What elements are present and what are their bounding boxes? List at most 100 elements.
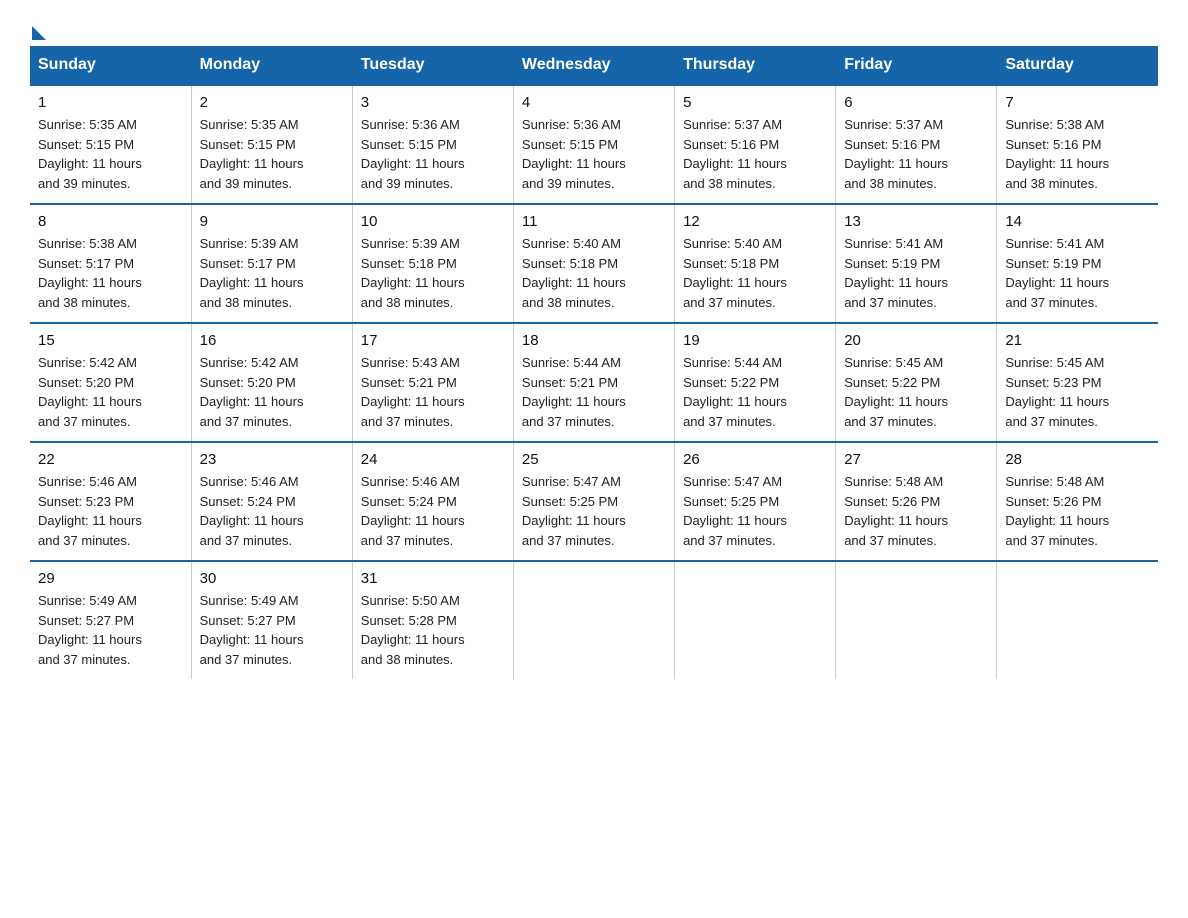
weekday-header-thursday: Thursday — [675, 46, 836, 85]
day-number: 6 — [844, 94, 988, 111]
day-info: Sunrise: 5:36 AM Sunset: 5:15 PM Dayligh… — [522, 115, 666, 193]
calendar-week-row: 15 Sunrise: 5:42 AM Sunset: 5:20 PM Dayl… — [30, 323, 1158, 442]
day-info: Sunrise: 5:35 AM Sunset: 5:15 PM Dayligh… — [38, 115, 183, 193]
day-number: 9 — [200, 213, 344, 230]
day-number: 15 — [38, 332, 183, 349]
weekday-header-saturday: Saturday — [997, 46, 1158, 85]
day-info: Sunrise: 5:47 AM Sunset: 5:25 PM Dayligh… — [522, 472, 666, 550]
calendar-cell: 26 Sunrise: 5:47 AM Sunset: 5:25 PM Dayl… — [675, 442, 836, 561]
day-info: Sunrise: 5:44 AM Sunset: 5:21 PM Dayligh… — [522, 353, 666, 431]
calendar-cell — [836, 561, 997, 679]
calendar-week-row: 22 Sunrise: 5:46 AM Sunset: 5:23 PM Dayl… — [30, 442, 1158, 561]
day-info: Sunrise: 5:46 AM Sunset: 5:24 PM Dayligh… — [361, 472, 505, 550]
day-number: 22 — [38, 451, 183, 468]
calendar-cell — [675, 561, 836, 679]
day-number: 8 — [38, 213, 183, 230]
calendar-cell: 22 Sunrise: 5:46 AM Sunset: 5:23 PM Dayl… — [30, 442, 191, 561]
calendar-week-row: 8 Sunrise: 5:38 AM Sunset: 5:17 PM Dayli… — [30, 204, 1158, 323]
calendar-cell: 21 Sunrise: 5:45 AM Sunset: 5:23 PM Dayl… — [997, 323, 1158, 442]
calendar-week-row: 29 Sunrise: 5:49 AM Sunset: 5:27 PM Dayl… — [30, 561, 1158, 679]
weekday-header-tuesday: Tuesday — [352, 46, 513, 85]
calendar-cell: 5 Sunrise: 5:37 AM Sunset: 5:16 PM Dayli… — [675, 85, 836, 204]
day-info: Sunrise: 5:43 AM Sunset: 5:21 PM Dayligh… — [361, 353, 505, 431]
calendar-cell: 29 Sunrise: 5:49 AM Sunset: 5:27 PM Dayl… — [30, 561, 191, 679]
day-info: Sunrise: 5:38 AM Sunset: 5:17 PM Dayligh… — [38, 234, 183, 312]
calendar-cell — [513, 561, 674, 679]
calendar-cell: 20 Sunrise: 5:45 AM Sunset: 5:22 PM Dayl… — [836, 323, 997, 442]
day-info: Sunrise: 5:46 AM Sunset: 5:23 PM Dayligh… — [38, 472, 183, 550]
day-info: Sunrise: 5:36 AM Sunset: 5:15 PM Dayligh… — [361, 115, 505, 193]
day-info: Sunrise: 5:44 AM Sunset: 5:22 PM Dayligh… — [683, 353, 827, 431]
day-info: Sunrise: 5:39 AM Sunset: 5:17 PM Dayligh… — [200, 234, 344, 312]
calendar-cell: 24 Sunrise: 5:46 AM Sunset: 5:24 PM Dayl… — [352, 442, 513, 561]
day-info: Sunrise: 5:40 AM Sunset: 5:18 PM Dayligh… — [683, 234, 827, 312]
calendar-cell: 23 Sunrise: 5:46 AM Sunset: 5:24 PM Dayl… — [191, 442, 352, 561]
day-info: Sunrise: 5:42 AM Sunset: 5:20 PM Dayligh… — [38, 353, 183, 431]
calendar-cell: 6 Sunrise: 5:37 AM Sunset: 5:16 PM Dayli… — [836, 85, 997, 204]
day-number: 25 — [522, 451, 666, 468]
day-number: 14 — [1005, 213, 1150, 230]
calendar-cell: 13 Sunrise: 5:41 AM Sunset: 5:19 PM Dayl… — [836, 204, 997, 323]
day-info: Sunrise: 5:35 AM Sunset: 5:15 PM Dayligh… — [200, 115, 344, 193]
weekday-header-friday: Friday — [836, 46, 997, 85]
calendar-cell: 28 Sunrise: 5:48 AM Sunset: 5:26 PM Dayl… — [997, 442, 1158, 561]
calendar-cell: 1 Sunrise: 5:35 AM Sunset: 5:15 PM Dayli… — [30, 85, 191, 204]
day-number: 3 — [361, 94, 505, 111]
calendar-cell: 27 Sunrise: 5:48 AM Sunset: 5:26 PM Dayl… — [836, 442, 997, 561]
day-number: 26 — [683, 451, 827, 468]
day-info: Sunrise: 5:41 AM Sunset: 5:19 PM Dayligh… — [1005, 234, 1150, 312]
day-number: 19 — [683, 332, 827, 349]
day-info: Sunrise: 5:41 AM Sunset: 5:19 PM Dayligh… — [844, 234, 988, 312]
day-number: 13 — [844, 213, 988, 230]
day-info: Sunrise: 5:46 AM Sunset: 5:24 PM Dayligh… — [200, 472, 344, 550]
calendar-cell: 10 Sunrise: 5:39 AM Sunset: 5:18 PM Dayl… — [352, 204, 513, 323]
calendar-cell: 15 Sunrise: 5:42 AM Sunset: 5:20 PM Dayl… — [30, 323, 191, 442]
calendar-cell: 8 Sunrise: 5:38 AM Sunset: 5:17 PM Dayli… — [30, 204, 191, 323]
day-info: Sunrise: 5:37 AM Sunset: 5:16 PM Dayligh… — [844, 115, 988, 193]
day-number: 12 — [683, 213, 827, 230]
day-info: Sunrise: 5:50 AM Sunset: 5:28 PM Dayligh… — [361, 591, 505, 669]
day-info: Sunrise: 5:40 AM Sunset: 5:18 PM Dayligh… — [522, 234, 666, 312]
calendar-cell: 14 Sunrise: 5:41 AM Sunset: 5:19 PM Dayl… — [997, 204, 1158, 323]
day-number: 23 — [200, 451, 344, 468]
day-number: 24 — [361, 451, 505, 468]
day-info: Sunrise: 5:39 AM Sunset: 5:18 PM Dayligh… — [361, 234, 505, 312]
calendar-cell: 3 Sunrise: 5:36 AM Sunset: 5:15 PM Dayli… — [352, 85, 513, 204]
calendar-cell: 17 Sunrise: 5:43 AM Sunset: 5:21 PM Dayl… — [352, 323, 513, 442]
weekday-header-row: SundayMondayTuesdayWednesdayThursdayFrid… — [30, 46, 1158, 85]
day-number: 16 — [200, 332, 344, 349]
day-number: 10 — [361, 213, 505, 230]
calendar-cell: 4 Sunrise: 5:36 AM Sunset: 5:15 PM Dayli… — [513, 85, 674, 204]
calendar-cell: 7 Sunrise: 5:38 AM Sunset: 5:16 PM Dayli… — [997, 85, 1158, 204]
page-header — [30, 20, 1158, 36]
day-number: 21 — [1005, 332, 1150, 349]
day-info: Sunrise: 5:48 AM Sunset: 5:26 PM Dayligh… — [844, 472, 988, 550]
day-info: Sunrise: 5:47 AM Sunset: 5:25 PM Dayligh… — [683, 472, 827, 550]
day-number: 30 — [200, 570, 344, 587]
day-number: 27 — [844, 451, 988, 468]
day-info: Sunrise: 5:49 AM Sunset: 5:27 PM Dayligh… — [200, 591, 344, 669]
calendar-cell: 9 Sunrise: 5:39 AM Sunset: 5:17 PM Dayli… — [191, 204, 352, 323]
day-number: 31 — [361, 570, 505, 587]
day-info: Sunrise: 5:37 AM Sunset: 5:16 PM Dayligh… — [683, 115, 827, 193]
calendar-cell — [997, 561, 1158, 679]
calendar-cell: 25 Sunrise: 5:47 AM Sunset: 5:25 PM Dayl… — [513, 442, 674, 561]
day-info: Sunrise: 5:45 AM Sunset: 5:23 PM Dayligh… — [1005, 353, 1150, 431]
calendar-cell: 2 Sunrise: 5:35 AM Sunset: 5:15 PM Dayli… — [191, 85, 352, 204]
day-number: 11 — [522, 213, 666, 230]
weekday-header-wednesday: Wednesday — [513, 46, 674, 85]
day-number: 29 — [38, 570, 183, 587]
day-number: 18 — [522, 332, 666, 349]
day-number: 1 — [38, 94, 183, 111]
logo-arrow-icon — [32, 26, 46, 40]
calendar-cell: 12 Sunrise: 5:40 AM Sunset: 5:18 PM Dayl… — [675, 204, 836, 323]
calendar-cell: 31 Sunrise: 5:50 AM Sunset: 5:28 PM Dayl… — [352, 561, 513, 679]
calendar-cell: 19 Sunrise: 5:44 AM Sunset: 5:22 PM Dayl… — [675, 323, 836, 442]
calendar-cell: 16 Sunrise: 5:42 AM Sunset: 5:20 PM Dayl… — [191, 323, 352, 442]
day-info: Sunrise: 5:42 AM Sunset: 5:20 PM Dayligh… — [200, 353, 344, 431]
day-number: 4 — [522, 94, 666, 111]
day-number: 28 — [1005, 451, 1150, 468]
calendar-cell: 11 Sunrise: 5:40 AM Sunset: 5:18 PM Dayl… — [513, 204, 674, 323]
day-info: Sunrise: 5:49 AM Sunset: 5:27 PM Dayligh… — [38, 591, 183, 669]
calendar-cell: 18 Sunrise: 5:44 AM Sunset: 5:21 PM Dayl… — [513, 323, 674, 442]
